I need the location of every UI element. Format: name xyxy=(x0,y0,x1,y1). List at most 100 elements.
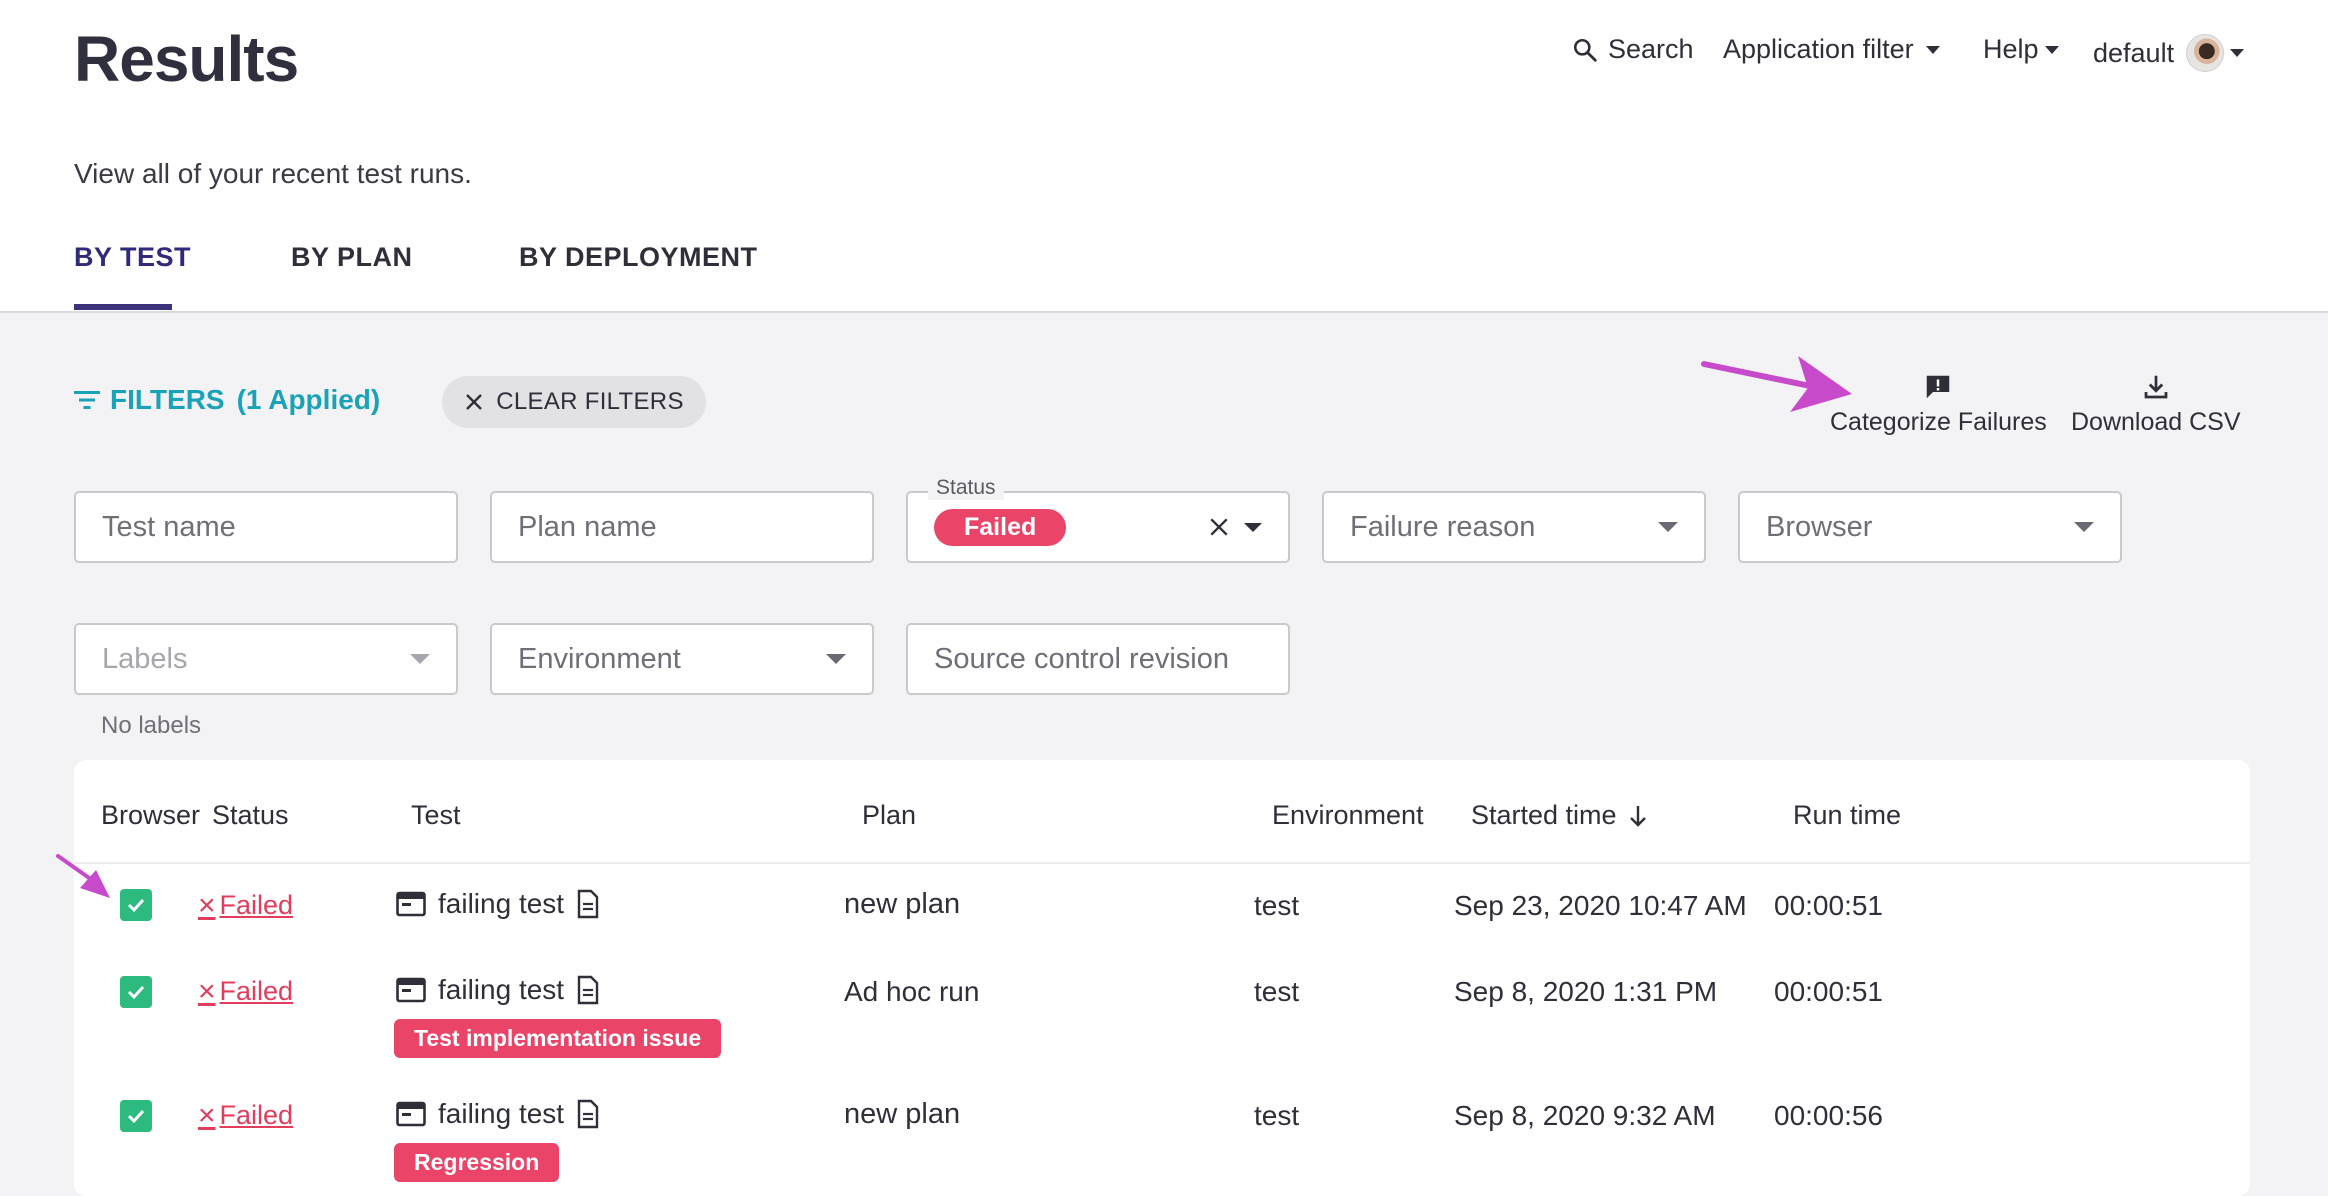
filters-toggle-button[interactable]: FILTERS (1 Applied) xyxy=(74,384,380,416)
chevron-down-icon xyxy=(2074,522,2094,532)
page-subtitle: View all of your recent test runs. xyxy=(74,158,472,189)
check-icon xyxy=(127,985,145,1000)
run-time-cell: 00:00:51 xyxy=(1774,976,1883,1007)
test-name[interactable]: failing test xyxy=(438,1098,564,1130)
annotation-arrow-icon xyxy=(54,852,114,907)
browser-select[interactable]: Browser xyxy=(1738,491,2122,563)
clear-selection-icon[interactable] xyxy=(1208,516,1230,538)
status-text: Failed xyxy=(219,890,294,920)
environment-cell: test xyxy=(1254,890,1300,921)
feedback-alert-icon xyxy=(1923,372,1953,402)
clear-filters-label: CLEAR FILTERS xyxy=(496,388,684,415)
browser-window-icon xyxy=(396,1101,426,1127)
status-select[interactable]: Failed xyxy=(906,491,1290,563)
failure-category-tag[interactable]: Test implementation issue xyxy=(394,1019,722,1058)
header-divider xyxy=(74,862,2250,864)
categorize-failures-label: Categorize Failures xyxy=(1830,408,2047,436)
help-dropdown[interactable]: Help xyxy=(1983,34,2059,65)
plan-name-input[interactable]: Plan name xyxy=(490,491,874,563)
tab-by-plan[interactable]: BY PLAN xyxy=(291,242,413,273)
chevron-down-icon xyxy=(1925,45,1940,54)
download-icon xyxy=(2141,372,2171,402)
chevron-down-icon xyxy=(826,654,846,664)
row-checkbox[interactable] xyxy=(120,976,152,1008)
test-name[interactable]: failing test xyxy=(438,974,564,1006)
status-chip[interactable]: Failed xyxy=(934,508,1067,546)
browser-placeholder: Browser xyxy=(1766,510,1873,543)
user-menu[interactable]: default xyxy=(2093,34,2245,72)
environment-cell: test xyxy=(1254,976,1300,1007)
chevron-down-icon xyxy=(410,654,430,664)
plan-cell[interactable]: Ad hoc run xyxy=(844,976,979,1008)
column-header-plan: Plan xyxy=(862,800,917,830)
test-name-input[interactable]: Test name xyxy=(74,491,458,563)
started-time-cell: Sep 23, 2020 10:47 AM xyxy=(1454,890,1747,921)
environment-cell: test xyxy=(1254,1100,1300,1131)
help-label: Help xyxy=(1983,34,2039,64)
browser-window-icon xyxy=(396,977,426,1003)
filters-applied-count: (1 Applied) xyxy=(236,384,381,415)
active-tab-indicator xyxy=(74,304,172,310)
started-time-cell: Sep 8, 2020 1:31 PM xyxy=(1454,976,1718,1007)
tab-by-deployment[interactable]: BY DEPLOYMENT xyxy=(519,242,758,273)
started-time-cell: Sep 8, 2020 9:32 AM xyxy=(1454,1100,1716,1131)
chevron-down-icon xyxy=(2044,45,2059,54)
chevron-down-icon xyxy=(1244,522,1262,532)
status-field-label: Status xyxy=(928,476,1004,500)
close-icon: × xyxy=(198,888,216,922)
failure-category-tag[interactable]: Regression xyxy=(394,1143,560,1182)
test-name-placeholder: Test name xyxy=(102,510,236,543)
test-name[interactable]: failing test xyxy=(438,888,564,920)
plan-cell[interactable]: new plan xyxy=(844,888,960,921)
test-cell[interactable]: failing test xyxy=(396,888,600,920)
filter-list-icon xyxy=(74,389,100,411)
search-label: Search xyxy=(1608,34,1694,64)
plan-cell[interactable]: new plan xyxy=(844,1098,960,1131)
tab-by-test[interactable]: BY TEST xyxy=(74,242,191,273)
avatar xyxy=(2186,34,2225,72)
column-header-started-time[interactable]: Started time xyxy=(1471,800,1647,831)
categorize-failures-button[interactable]: Categorize Failures xyxy=(1830,372,2047,437)
close-icon: × xyxy=(198,974,216,1008)
column-header-browser: Browser xyxy=(101,800,201,830)
plan-name-placeholder: Plan name xyxy=(518,510,657,543)
column-header-run-time: Run time xyxy=(1793,800,1902,830)
download-csv-button[interactable]: Download CSV xyxy=(2071,372,2241,437)
clear-filters-button[interactable]: CLEAR FILTERS xyxy=(442,376,706,428)
run-time-cell: 00:00:56 xyxy=(1774,1100,1883,1131)
row-checkbox[interactable] xyxy=(120,1100,152,1132)
source-control-revision-input[interactable]: Source control revision xyxy=(906,623,1290,695)
test-cell[interactable]: failing test xyxy=(396,974,600,1006)
document-icon[interactable] xyxy=(576,1099,600,1129)
arrow-down-icon xyxy=(1629,804,1647,828)
status-failed-link[interactable]: × Failed xyxy=(198,976,293,1007)
download-csv-label: Download CSV xyxy=(2071,408,2241,436)
test-cell[interactable]: failing test xyxy=(396,1098,600,1130)
application-filter-dropdown[interactable]: Application filter xyxy=(1723,34,1940,65)
environment-placeholder: Environment xyxy=(518,642,681,675)
chevron-down-icon xyxy=(2230,49,2245,57)
labels-select[interactable]: Labels xyxy=(74,623,458,695)
failure-reason-placeholder: Failure reason xyxy=(1350,510,1536,543)
status-failed-link[interactable]: × Failed xyxy=(198,1100,293,1131)
document-icon[interactable] xyxy=(576,889,600,919)
chevron-down-icon xyxy=(1658,522,1678,532)
started-time-label: Started time xyxy=(1471,800,1617,830)
column-header-environment: Environment xyxy=(1272,800,1424,830)
column-header-status: Status xyxy=(212,800,289,830)
failure-reason-select[interactable]: Failure reason xyxy=(1322,491,1706,563)
document-icon[interactable] xyxy=(576,975,600,1005)
status-failed-link[interactable]: × Failed xyxy=(198,890,293,921)
browser-window-icon xyxy=(396,891,426,917)
page-title: Results xyxy=(74,23,299,95)
status-text: Failed xyxy=(219,976,294,1006)
check-icon xyxy=(127,1109,145,1124)
user-label: default xyxy=(2093,37,2175,68)
environment-select[interactable]: Environment xyxy=(490,623,874,695)
search-icon xyxy=(1572,37,1598,63)
close-icon xyxy=(464,392,484,412)
status-text: Failed xyxy=(219,1100,294,1130)
close-icon: × xyxy=(198,1098,216,1132)
row-checkbox[interactable] xyxy=(120,889,152,921)
search-nav-item[interactable]: Search xyxy=(1572,34,1694,65)
